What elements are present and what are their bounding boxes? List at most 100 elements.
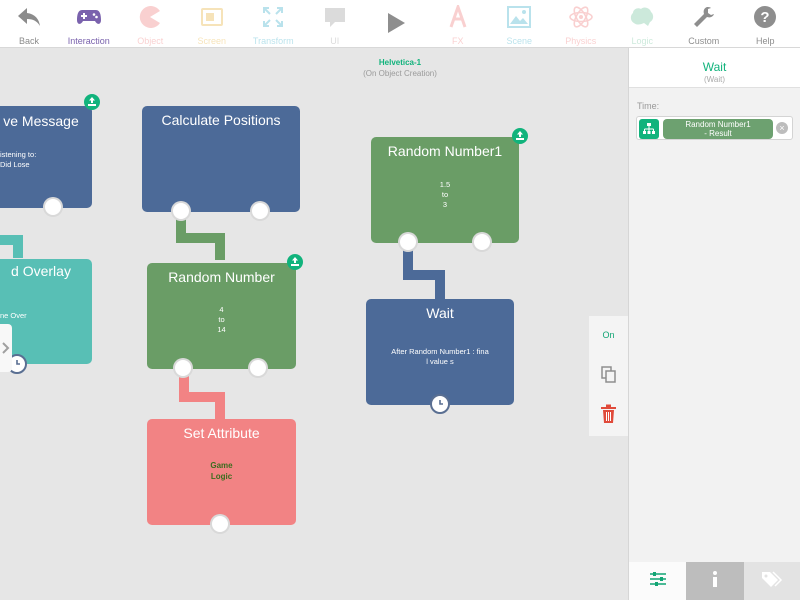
panel-subtitle: (Wait) xyxy=(703,75,726,84)
toolbar-label: Logic xyxy=(631,36,653,46)
node-output-port[interactable] xyxy=(173,358,193,378)
chip-line: - Result xyxy=(704,129,732,138)
node-title: Wait xyxy=(426,305,454,321)
wrench-icon xyxy=(691,4,717,30)
node-output-port[interactable] xyxy=(248,358,268,378)
clear-icon[interactable]: × xyxy=(776,122,788,134)
svg-text:?: ? xyxy=(761,9,770,26)
clock-icon[interactable] xyxy=(430,394,450,414)
node-body-line: istening to: xyxy=(0,150,37,159)
node-body-line: to xyxy=(218,315,225,324)
time-value-chip[interactable]: Random Number1 - Result xyxy=(663,119,773,139)
node-title: d Overlay xyxy=(11,263,71,279)
node-body-line: l value s xyxy=(426,357,454,366)
node-set-attribute[interactable]: Set Attribute Game Logic xyxy=(147,419,296,534)
toolbar-fx-button[interactable]: FX xyxy=(427,0,489,48)
node-actions-strip: On xyxy=(589,316,628,436)
properties-panel: Wait (Wait) Time: Random Number1 - Resul… xyxy=(628,48,800,600)
brain-icon xyxy=(629,4,655,30)
connection-wires xyxy=(0,211,445,421)
tag-icon xyxy=(761,570,783,593)
toolbar-scene-button[interactable]: Scene xyxy=(489,0,551,48)
panel-header: Wait (Wait) xyxy=(629,48,800,88)
node-output-port[interactable] xyxy=(171,201,191,221)
toolbar-interaction-button[interactable]: Interaction xyxy=(58,0,120,48)
scene-image-icon xyxy=(506,4,532,30)
toolbar-label: Object xyxy=(137,36,164,46)
tab-tags[interactable] xyxy=(743,562,800,600)
toolbar-physics-button[interactable]: Physics xyxy=(550,0,612,48)
toolbar-label: Physics xyxy=(565,36,597,46)
chip-line: Random Number1 xyxy=(685,120,751,129)
speech-bubble-icon xyxy=(322,4,348,30)
gamepad-icon xyxy=(76,4,102,30)
toolbar-ui-button[interactable]: UI xyxy=(304,0,366,48)
node-body-line: Did Lose xyxy=(0,160,30,169)
time-field[interactable]: Random Number1 - Result × xyxy=(636,116,793,140)
tab-info[interactable] xyxy=(686,562,744,600)
export-icon[interactable] xyxy=(84,94,100,110)
trash-icon[interactable] xyxy=(600,404,617,429)
node-title: Random Number xyxy=(168,269,275,285)
atom-icon xyxy=(568,4,594,30)
wire-overlay xyxy=(0,235,23,258)
play-icon xyxy=(383,10,409,36)
toolbar-label: UI xyxy=(330,36,340,46)
toolbar-object-button[interactable]: Object xyxy=(120,0,182,48)
node-title: Random Number1 xyxy=(387,143,503,159)
toolbar-label: FX xyxy=(451,36,464,46)
node-output-port[interactable] xyxy=(210,514,230,534)
toolbar-label: Scene xyxy=(506,36,533,46)
sliders-icon xyxy=(649,571,667,592)
node-output-port[interactable] xyxy=(250,201,270,221)
toolbar-help-button[interactable]: ? Help xyxy=(735,0,797,48)
toolbar-label: Custom xyxy=(688,36,720,46)
behavior-canvas[interactable]: Helvetica-1 (On Object Creation) ve Mess… xyxy=(0,48,628,600)
node-body-line: 3 xyxy=(442,200,448,209)
toolbar-screen-button[interactable]: Screen xyxy=(181,0,243,48)
side-drawer-handle[interactable] xyxy=(0,324,12,372)
node-overlay[interactable]: d Overlay ne Over xyxy=(0,259,92,374)
wire-random-to-setattr xyxy=(179,368,225,421)
toolbar-back-button[interactable]: Back xyxy=(0,0,58,48)
node-wait[interactable]: Wait After Random Number1 : fina l value… xyxy=(366,299,514,414)
toolbar-logic-button[interactable]: Logic xyxy=(612,0,674,48)
transform-arrows-icon xyxy=(260,4,286,30)
screen-icon xyxy=(199,4,225,30)
pacman-icon xyxy=(137,4,163,30)
node-body-line: 1.5 xyxy=(439,180,451,189)
node-random-number[interactable]: Random Number 4 to 14 xyxy=(147,263,296,378)
hierarchy-icon[interactable] xyxy=(639,119,659,139)
node-body-line: ne Over xyxy=(0,311,27,320)
toolbar-label: Transform xyxy=(252,36,294,46)
toggle-on-button[interactable]: On xyxy=(589,330,628,340)
copy-icon[interactable] xyxy=(601,366,617,389)
node-body-line: 4 xyxy=(219,305,224,314)
top-toolbar: Back Interaction Object Screen Transform xyxy=(0,0,800,48)
node-body-line: 14 xyxy=(217,325,226,334)
node-output-port[interactable] xyxy=(398,232,418,252)
toolbar-custom-button[interactable]: Custom xyxy=(673,0,735,48)
node-calculate-positions[interactable]: Calculate Positions xyxy=(142,106,300,221)
play-button[interactable] xyxy=(366,0,428,48)
node-random-number1[interactable]: Random Number1 1.5 to 3 xyxy=(371,137,519,252)
panel-tabs xyxy=(629,562,800,600)
node-body-line: Logic xyxy=(210,472,233,481)
export-icon[interactable] xyxy=(512,128,528,144)
fx-icon xyxy=(445,4,471,30)
toolbar-label: Screen xyxy=(197,36,227,46)
info-icon xyxy=(710,570,720,593)
node-output-port[interactable] xyxy=(43,197,63,217)
node-body-line: to xyxy=(441,190,449,199)
export-icon[interactable] xyxy=(287,254,303,270)
node-body-line: After Random Number1 : fina xyxy=(391,347,489,356)
toolbar-label: Interaction xyxy=(67,36,110,46)
panel-title: Wait xyxy=(702,60,727,74)
toolbar-transform-button[interactable]: Transform xyxy=(243,0,305,48)
node-title: Set Attribute xyxy=(183,425,260,441)
node-output-port[interactable] xyxy=(472,232,492,252)
help-icon: ? xyxy=(752,4,778,30)
toolbar-label: Help xyxy=(755,36,775,46)
node-receive-message[interactable]: ve Message istening to: Did Lose xyxy=(0,106,92,217)
tab-properties[interactable] xyxy=(629,562,687,600)
